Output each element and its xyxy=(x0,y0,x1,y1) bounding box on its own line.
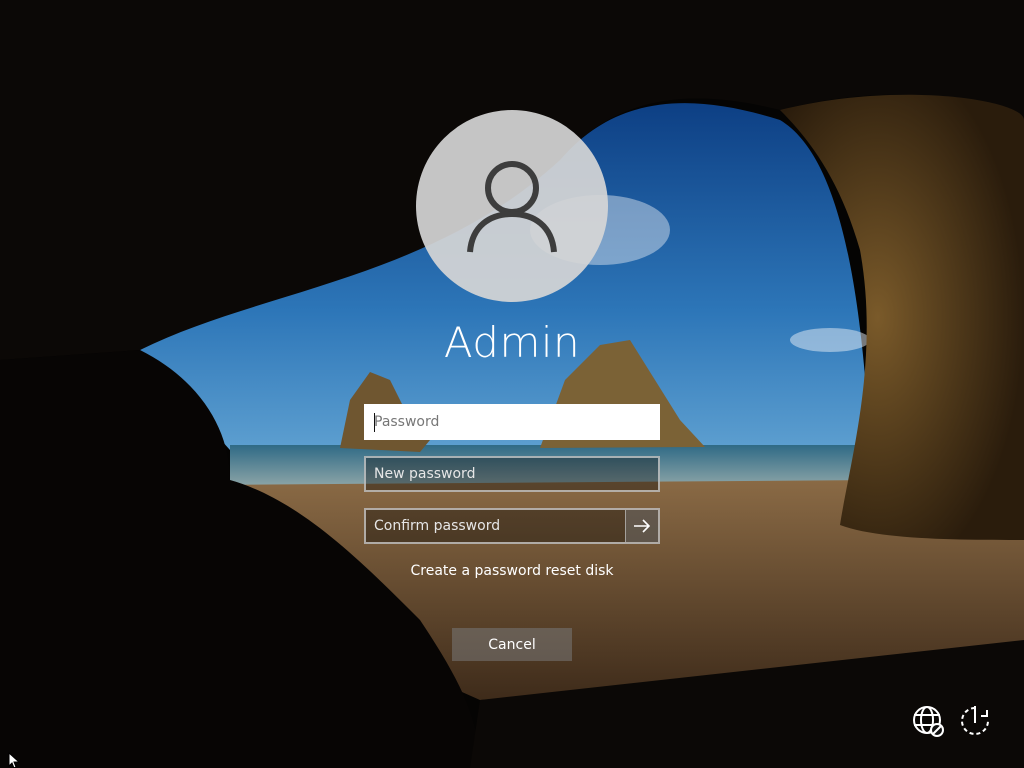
arrow-right-icon xyxy=(634,519,651,533)
confirm-password-input[interactable] xyxy=(366,510,628,542)
power-icon[interactable] xyxy=(957,703,993,739)
cancel-button[interactable]: Cancel xyxy=(452,628,572,661)
user-avatar xyxy=(416,110,608,302)
submit-button[interactable] xyxy=(625,510,658,542)
user-silhouette-icon xyxy=(467,161,557,253)
reset-disk-link-row: Create a password reset disk xyxy=(0,563,1024,579)
confirm-password-field[interactable] xyxy=(364,508,660,544)
create-password-reset-disk-link[interactable]: Create a password reset disk xyxy=(411,563,614,579)
user-name: Admin xyxy=(443,318,581,367)
text-caret xyxy=(374,413,375,432)
password-field[interactable] xyxy=(364,404,660,440)
new-password-field[interactable] xyxy=(364,456,660,492)
password-input[interactable] xyxy=(366,406,658,438)
network-globe-icon[interactable] xyxy=(910,703,946,739)
new-password-input[interactable] xyxy=(366,458,658,490)
mouse-pointer-icon xyxy=(8,752,20,768)
